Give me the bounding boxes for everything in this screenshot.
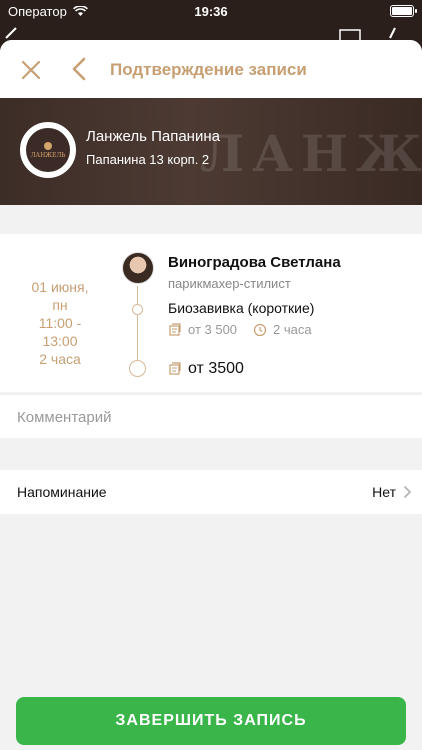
- battery-icon: [390, 5, 417, 17]
- appointment-duration: 2 часа: [39, 351, 81, 367]
- page-title: Подтверждение записи: [110, 60, 307, 79]
- salon-address: Папанина 13 корп. 2: [86, 152, 210, 167]
- close-icon[interactable]: [20, 59, 42, 81]
- logo-text: ЛАНЖЕЛЬ: [30, 151, 66, 159]
- appointment-time-start: 11:00 -: [38, 315, 82, 331]
- staff-name: Виноградова Светлана: [168, 254, 341, 271]
- appointment-time-end: 13:00: [42, 333, 78, 349]
- salon-header: ЛАНЖЕЛЬ ЛАНЖЕЛЬ Ланжель Папанина Папанин…: [0, 98, 422, 205]
- salon-watermark: ЛАНЖЕЛЬ: [200, 124, 422, 183]
- salon-logo: ЛАНЖЕЛЬ: [20, 122, 76, 178]
- appointment-datetime: 01 июня, пн 11:00 - 13:00 2 часа: [20, 278, 100, 368]
- navigation-bar: Подтверждение записи: [0, 40, 422, 98]
- staff-avatar: [122, 252, 154, 284]
- comment-row: [0, 394, 422, 439]
- service-name: Биозавивка (короткие): [168, 300, 315, 316]
- total-price: от 3500: [188, 360, 244, 377]
- price-tag-icon: [169, 322, 181, 336]
- reminder-value: Нет: [372, 484, 396, 500]
- appointment-weekday: пн: [52, 297, 68, 313]
- logo-mark-icon: [44, 141, 52, 150]
- salon-name: Ланжель Папанина: [86, 128, 220, 145]
- timeline-line: [137, 286, 138, 362]
- comment-input[interactable]: [0, 395, 422, 439]
- appointment-date: 01 июня,: [31, 279, 89, 295]
- chevron-right-icon: [403, 485, 412, 499]
- timeline-dot: [132, 304, 143, 315]
- timeline-end-dot: [129, 360, 146, 377]
- price-tag-icon: [169, 362, 181, 375]
- service-duration: 2 часа: [273, 322, 312, 337]
- total-price-row: от 3500: [168, 360, 244, 378]
- finish-booking-button[interactable]: ЗАВЕРШИТЬ ЗАПИСЬ: [16, 697, 406, 745]
- booking-sheet: Подтверждение записи ЛАНЖЕЛЬ ЛАНЖЕЛЬ Лан…: [0, 40, 422, 750]
- back-chevron-icon[interactable]: [70, 57, 88, 81]
- service-meta: от 3 500 2 часа: [168, 322, 312, 337]
- service-price: от 3 500: [188, 322, 238, 337]
- staff-role: парикмахер-стилист: [168, 276, 291, 291]
- reminder-label: Напоминание: [17, 484, 107, 500]
- reminder-row[interactable]: Напоминание Нет: [0, 470, 422, 514]
- status-time: 19:36: [194, 4, 228, 19]
- appointment-card: 01 июня, пн 11:00 - 13:00 2 часа Виногра…: [0, 234, 422, 392]
- clock-icon: [253, 323, 267, 336]
- status-bar: Оператор 19:36: [0, 0, 422, 24]
